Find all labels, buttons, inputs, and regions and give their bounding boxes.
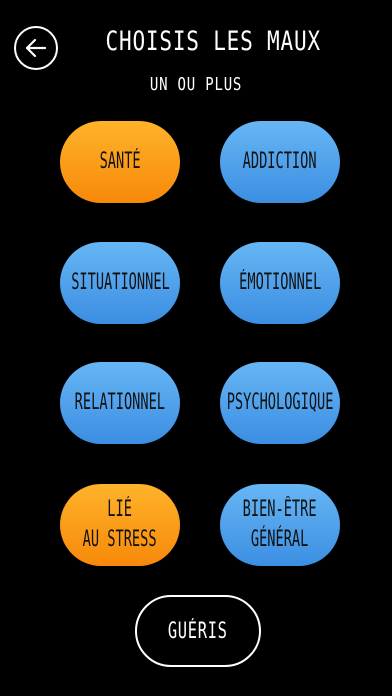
option-label: ÉMOTIONNEL — [238, 270, 322, 295]
option-label: SANTÉ — [99, 149, 141, 174]
option-lie-au-stress[interactable]: LIÉ AU STRESS — [60, 484, 180, 566]
option-sante[interactable]: SANTÉ — [60, 121, 180, 203]
option-label: LIÉ AU STRESS — [83, 497, 157, 552]
option-psychologique[interactable]: PSYCHOLOGIQUE — [220, 362, 340, 444]
option-label: ADDICTION — [243, 149, 317, 174]
option-relationnel[interactable]: RELATIONNEL — [60, 362, 180, 444]
option-label: SITUATIONNEL — [70, 270, 170, 295]
option-label: PSYCHOLOGIQUE — [226, 390, 334, 415]
option-addiction[interactable]: ADDICTION — [220, 121, 340, 203]
heal-button-label: GUÉRIS — [168, 618, 228, 644]
page-title: CHOISIS LES MAUX — [105, 26, 321, 57]
option-emotionnel[interactable]: ÉMOTIONNEL — [220, 242, 340, 324]
back-button[interactable] — [14, 26, 58, 70]
option-label: BIEN-ÊTRE GÉNÉRAL — [243, 497, 317, 552]
option-bien-etre-general[interactable]: BIEN-ÊTRE GÉNÉRAL — [220, 484, 340, 566]
arrow-left-icon — [25, 38, 47, 58]
option-label: RELATIONNEL — [74, 390, 166, 415]
page-subtitle: UN OU PLUS — [149, 74, 243, 95]
option-situationnel[interactable]: SITUATIONNEL — [60, 242, 180, 324]
heal-button[interactable]: GUÉRIS — [135, 595, 261, 667]
